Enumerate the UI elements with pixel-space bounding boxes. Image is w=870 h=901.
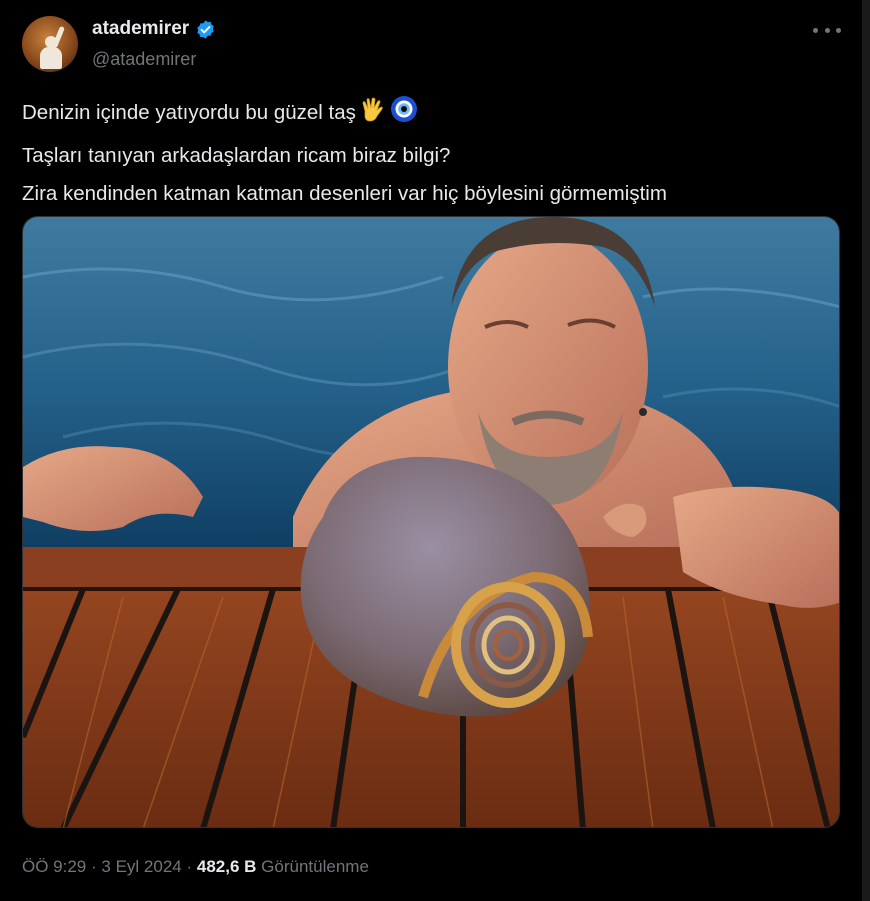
meta-separator-1: · — [91, 857, 97, 876]
author-display-name[interactable]: atademirer — [92, 18, 189, 40]
avatar-figure-body — [40, 47, 62, 69]
author-row: atademirer — [92, 18, 216, 40]
avatar[interactable] — [22, 16, 78, 72]
tweet-text-line-2: Taşları tanıyan arkadaşlardan ricam bira… — [22, 143, 451, 167]
meta-separator-2: · — [186, 857, 193, 876]
tweet-time[interactable]: ÖÖ 9:29 — [22, 857, 86, 876]
nazar-amulet-icon — [390, 95, 418, 137]
vulcan-salute-icon — [360, 97, 386, 137]
views-label: Görüntülenme — [261, 857, 369, 876]
tweet-date[interactable]: 3 Eyl 2024 — [101, 857, 181, 876]
tweet-text-line-1: Denizin içinde yatıyordu bu güzel taş — [22, 94, 842, 137]
verified-badge-icon — [195, 19, 216, 40]
tweet-meta: ÖÖ 9:29 · 3 Eyl 2024 · 482,6 B Görüntüle… — [22, 857, 369, 877]
more-options-icon[interactable] — [813, 20, 841, 40]
photo-icon — [23, 217, 839, 827]
tweet-text: Denizin içinde yatıyordu bu güzel taş Ta… — [22, 94, 842, 214]
tweet-card: atademirer @atademirer Denizin içinde ya… — [0, 0, 862, 901]
tweet-photo[interactable] — [22, 216, 840, 828]
tweet-line-1-text: Denizin içinde yatıyordu bu güzel taş — [22, 101, 356, 124]
tweet-text-line-3: Zira kendinden katman katman desenleri v… — [22, 182, 667, 205]
window-edge — [862, 0, 870, 901]
views-count: 482,6 B — [196, 857, 257, 876]
author-handle[interactable]: @atademirer — [92, 49, 196, 70]
